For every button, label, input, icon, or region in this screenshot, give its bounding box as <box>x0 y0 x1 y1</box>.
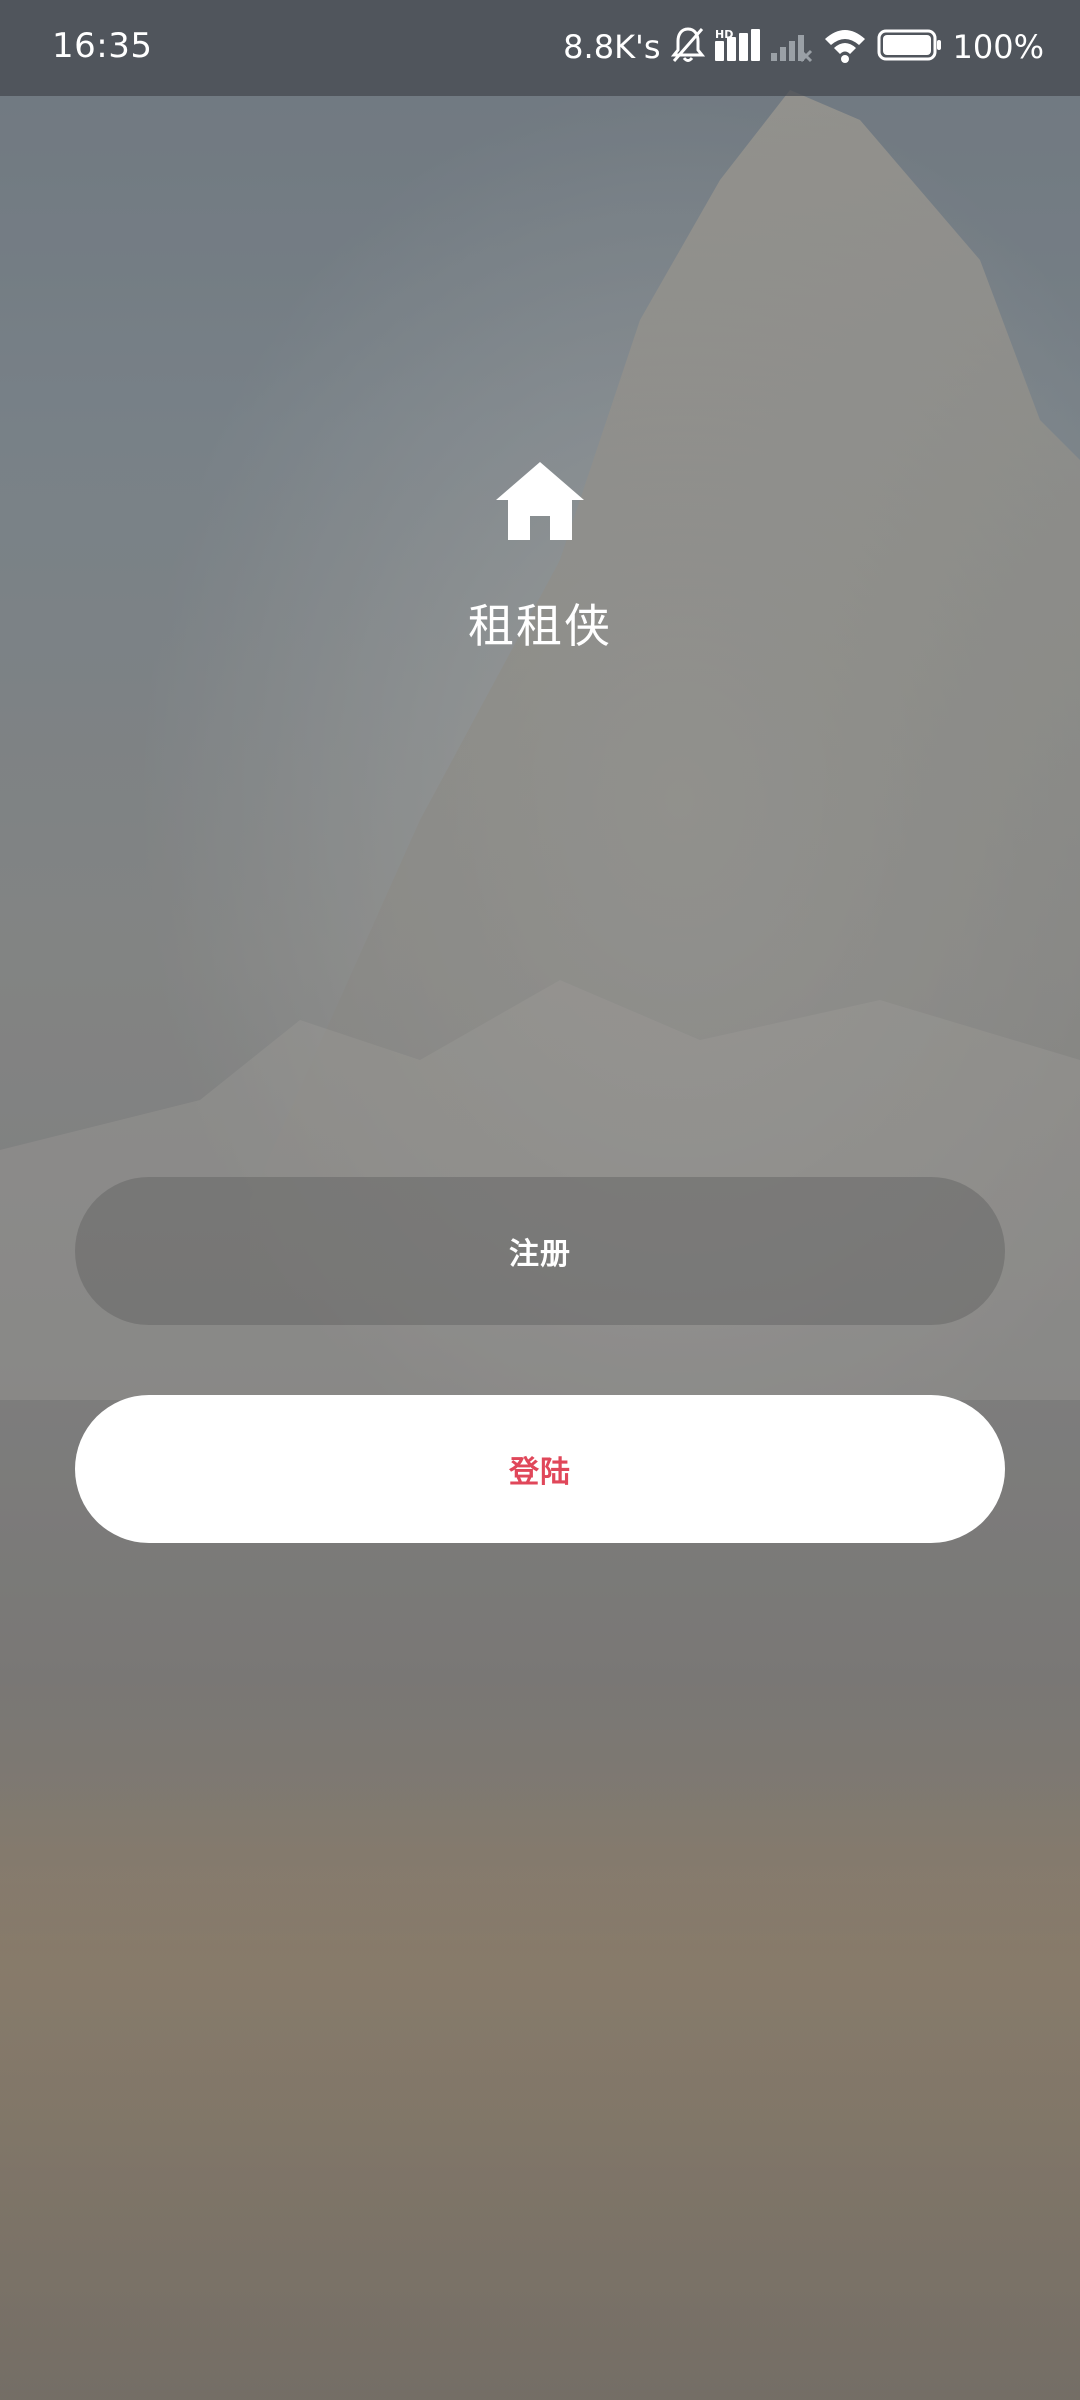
login-button[interactable]: 登陆 <box>75 1395 1005 1543</box>
status-bar: 16:35 8.8K's HD 100% <box>0 0 1080 96</box>
register-button[interactable]: 注册 <box>75 1177 1005 1325</box>
home-icon <box>494 460 586 542</box>
network-speed: 8.8K's <box>563 28 661 66</box>
cell-signal-icon <box>770 27 813 67</box>
status-icons: 8.8K's HD 100% <box>563 22 1044 72</box>
status-time: 16:35 <box>52 26 153 66</box>
welcome-screen: 16:35 8.8K's HD 100% 租租侠 注册 登陆 <box>0 0 1080 2400</box>
bell-muted-icon <box>670 26 705 68</box>
hd-signal-icon: HD <box>714 27 761 67</box>
register-button-label: 注册 <box>509 1237 571 1272</box>
wifi-icon <box>823 27 867 67</box>
battery-icon <box>877 28 943 66</box>
battery-percent: 100% <box>952 28 1044 66</box>
app-name: 租租侠 <box>468 599 612 653</box>
login-button-label: 登陆 <box>509 1455 571 1490</box>
